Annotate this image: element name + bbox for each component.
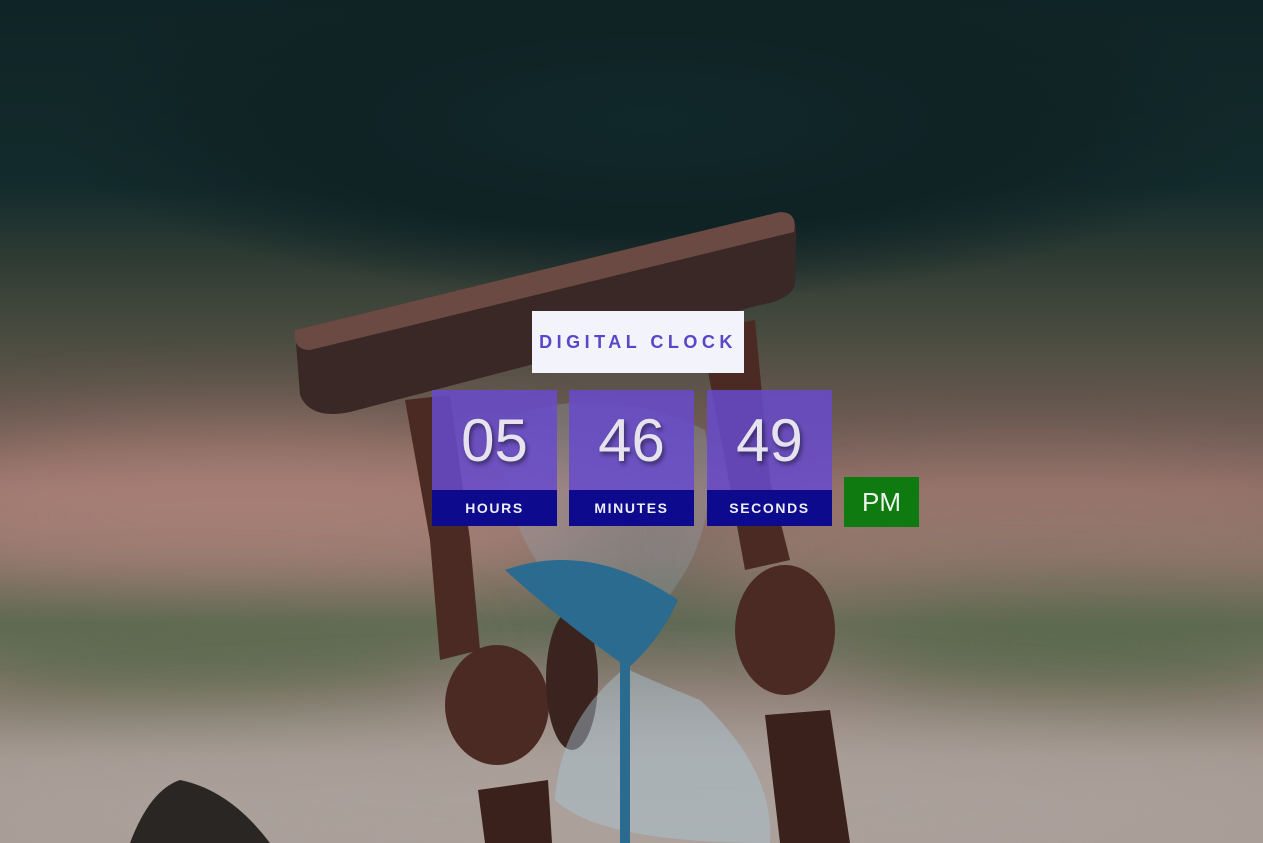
hours-unit: 05 HOURS	[432, 390, 557, 526]
background-hourglass-photo: DIGITAL CLOCK 05 HOURS 46 MINUTES 49 SEC…	[0, 0, 1263, 843]
clock-title-box: DIGITAL CLOCK	[532, 311, 744, 373]
am-pm-indicator: PM	[844, 477, 919, 527]
minutes-value: 46	[569, 390, 694, 490]
seconds-label: SECONDS	[707, 490, 832, 526]
hours-label: HOURS	[432, 490, 557, 526]
clock-title: DIGITAL CLOCK	[539, 331, 737, 352]
seconds-value: 49	[707, 390, 832, 490]
hours-value: 05	[432, 390, 557, 490]
minutes-label: MINUTES	[569, 490, 694, 526]
seconds-unit: 49 SECONDS	[707, 390, 832, 526]
digital-clock: DIGITAL CLOCK 05 HOURS 46 MINUTES 49 SEC…	[432, 311, 932, 531]
minutes-unit: 46 MINUTES	[569, 390, 694, 526]
